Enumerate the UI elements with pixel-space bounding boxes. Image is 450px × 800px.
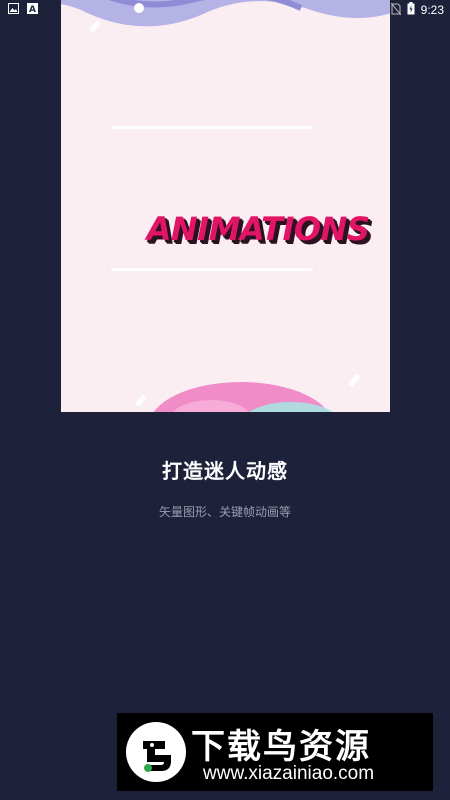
battery-icon [407, 2, 415, 18]
onboarding-subline: 矢量图形、关键帧动画等 [158, 505, 291, 519]
bird-logo-icon [126, 722, 186, 782]
image-icon [8, 3, 19, 17]
font-icon: A [27, 3, 38, 17]
watermark-title: 下载鸟资源 [191, 727, 371, 767]
animation-title: ANIMATIONS [146, 210, 370, 248]
status-time: 9:23 [420, 3, 444, 17]
bottom-decoration [153, 382, 333, 412]
onboarding-screen: A 9:23 ANIMATIONS 打造迷人动感 矢量图形、关键帧动画等 下载鸟… [0, 0, 450, 800]
watermark-banner: 下载鸟资源 www.xiazainiao.com [117, 713, 433, 791]
animation-preview: ANIMATIONS [61, 0, 390, 412]
onboarding-headline: 打造迷人动感 [162, 459, 288, 483]
watermark-url: www.xiazainiao.com [203, 763, 375, 784]
no-sim-icon [390, 2, 402, 18]
svg-text:A: A [29, 5, 36, 14]
